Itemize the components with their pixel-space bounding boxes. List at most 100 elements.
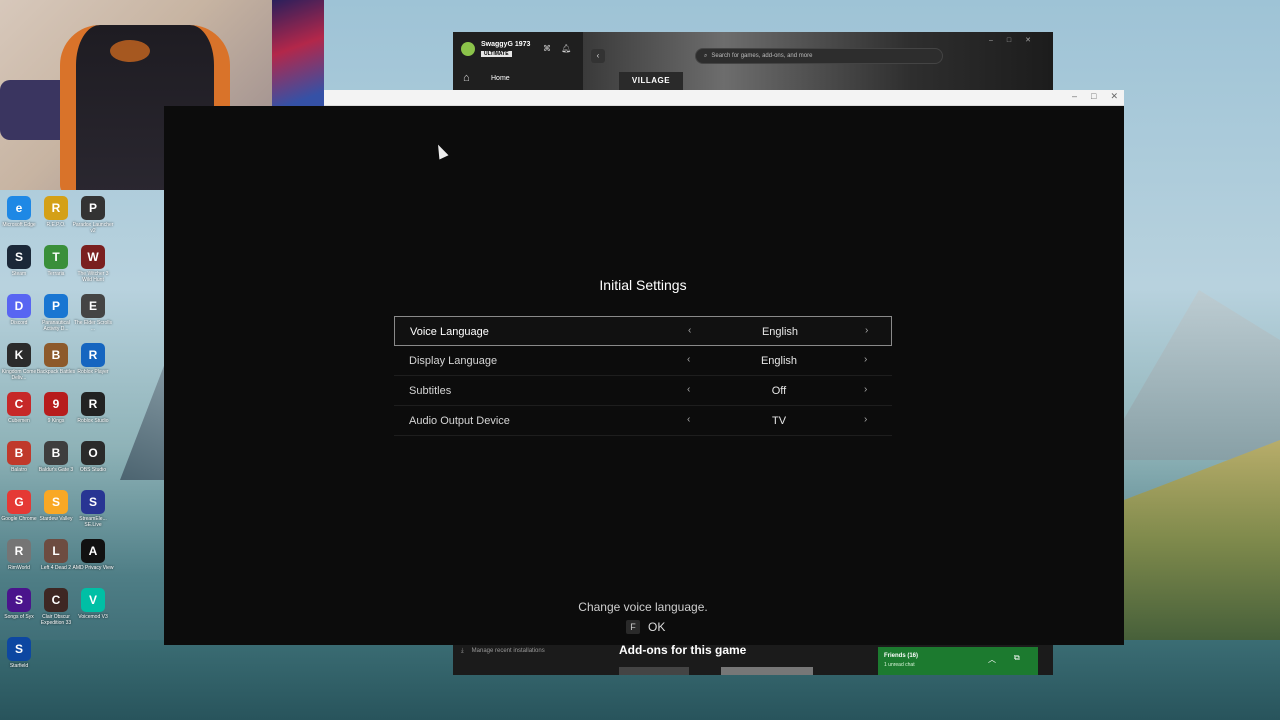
- user-avatar[interactable]: [461, 42, 475, 56]
- xbox-window-controls: –□✕: [989, 36, 1045, 44]
- chevron-right-icon[interactable]: ›: [864, 414, 867, 425]
- desktop-shortcut-label: Terraria: [47, 271, 65, 277]
- balatro-icon: B: [7, 441, 31, 465]
- minimize-icon[interactable]: –: [1072, 91, 1077, 102]
- steam-icon: S: [7, 245, 31, 269]
- desktop-shortcut-label: Songs of Syx: [4, 614, 34, 620]
- paranautical-icon: P: [44, 294, 68, 318]
- desktop-shortcut[interactable]: R R.E.P.O.: [37, 196, 75, 228]
- controller-icon[interactable]: ⌘: [543, 44, 551, 53]
- addon-thumbnail[interactable]: [619, 667, 689, 675]
- baldurs-gate-icon: B: [44, 441, 68, 465]
- desktop-shortcut-label: 9 Kings: [47, 418, 65, 424]
- desktop-shortcut[interactable]: C Clair Obscur Expedition 33: [37, 588, 75, 626]
- desktop-shortcut-label: R.E.P.O.: [46, 222, 66, 228]
- chevron-left-icon[interactable]: ‹: [687, 414, 690, 425]
- maximize-icon[interactable]: □: [1007, 37, 1025, 44]
- xbox-nav-home[interactable]: Home: [491, 75, 510, 82]
- desktop-shortcut[interactable]: P Paranautical Activity D...: [37, 294, 75, 332]
- desktop-shortcut[interactable]: R Roblox Studio: [74, 392, 112, 424]
- xbox-username: SwaggyG 1973: [481, 41, 531, 48]
- close-icon[interactable]: ✕: [1025, 37, 1045, 44]
- home-icon[interactable]: ⌂: [463, 72, 470, 84]
- desktop-shortcut[interactable]: L Left 4 Dead 2: [37, 539, 75, 571]
- popout-icon[interactable]: ⧉: [1014, 653, 1020, 663]
- setting-row-display-language[interactable]: Display Language ‹ English ›: [394, 346, 892, 376]
- back-button[interactable]: ‹: [591, 49, 605, 63]
- desktop-shortcut[interactable]: S Stardew Valley: [37, 490, 75, 522]
- xbox-sidebar: SwaggyG 1973 ULTIMATE ⌘ 🔔︎ ⌂ Home: [453, 32, 583, 90]
- setting-hint: Change voice language.: [578, 600, 708, 614]
- setting-row-voice-language[interactable]: Voice Language ‹ English ›: [394, 316, 892, 346]
- desktop-shortcut[interactable]: R Roblox Player: [74, 343, 112, 375]
- chevron-right-icon[interactable]: ›: [864, 354, 867, 365]
- friends-count: Friends (16): [884, 653, 919, 659]
- setting-value: TV: [771, 415, 787, 427]
- repo-icon: R: [44, 196, 68, 220]
- maximize-icon[interactable]: □: [1091, 91, 1096, 102]
- nine-kings-icon: 9: [44, 392, 68, 416]
- chevron-left-icon[interactable]: ‹: [687, 384, 690, 395]
- desktop-shortcut[interactable]: B Baldur's Gate 3: [37, 441, 75, 473]
- desktop-shortcut[interactable]: G Google Chrome: [0, 490, 38, 522]
- notification-bell-icon[interactable]: 🔔︎: [561, 44, 571, 53]
- chevron-up-icon[interactable]: ︿: [988, 654, 996, 665]
- xbox-tier-badge: ULTIMATE: [481, 51, 512, 57]
- desktop-shortcut[interactable]: R RimWorld: [0, 539, 38, 571]
- desktop-shortcut[interactable]: 9 9 Kings: [37, 392, 75, 424]
- chevron-left-icon[interactable]: ‹: [687, 354, 690, 365]
- desktop-shortcut[interactable]: S Starfield: [0, 637, 38, 669]
- webcam-poster: [272, 0, 324, 120]
- desktop-shortcut[interactable]: S StreamEle... SE.Live: [74, 490, 112, 528]
- desktop-shortcut-label: Kingdom Come Deliv...: [1, 369, 37, 381]
- xbox-app-window: SwaggyG 1973 ULTIMATE ⌘ 🔔︎ ⌂ Home ‹ ⌕ Sea…: [453, 32, 1053, 90]
- desktop-shortcut[interactable]: W The Witcher 3 Wild Hunt: [74, 245, 112, 283]
- desktop-shortcut-label: Baldur's Gate 3: [38, 467, 74, 473]
- desktop-shortcut-label: AMD Privacy View: [72, 565, 114, 571]
- close-icon[interactable]: ✕: [1110, 91, 1118, 102]
- desktop-shortcut[interactable]: K Kingdom Come Deliv...: [0, 343, 38, 381]
- desktop-shortcut[interactable]: P Paradox Launcher v2: [73, 196, 113, 234]
- webcam-chair-logo: [110, 40, 150, 62]
- desktop-shortcut[interactable]: S Songs of Syx: [0, 588, 38, 620]
- chrome-icon: G: [7, 490, 31, 514]
- desktop-shortcut[interactable]: A AMD Privacy View: [72, 539, 114, 571]
- desktop-shortcut-label: Roblox Studio: [77, 418, 109, 424]
- friends-panel[interactable]: Friends (16) 1 unread chat ︿ ⧉: [878, 647, 1038, 675]
- xbox-search-input[interactable]: ⌕ Search for games, add-ons, and more: [695, 48, 943, 64]
- obs-icon: O: [81, 441, 105, 465]
- key-f-icon: F: [626, 620, 640, 634]
- desktop-shortcut[interactable]: C Cubemen: [0, 392, 38, 424]
- setting-row-subtitles[interactable]: Subtitles ‹ Off ›: [394, 376, 892, 406]
- game-titlebar: – □ ✕: [324, 90, 1124, 106]
- desktop-shortcut-label: Cubemen: [8, 418, 30, 424]
- search-placeholder: Search for games, add-ons, and more: [711, 53, 813, 59]
- desktop-shortcut[interactable]: O OBS Studio: [74, 441, 112, 473]
- left4dead-icon: L: [44, 539, 68, 563]
- desktop-shortcut[interactable]: S Steam: [0, 245, 38, 277]
- desktop-shortcut[interactable]: T Terraria: [37, 245, 75, 277]
- desktop-shortcut[interactable]: V Voicemod V3: [74, 588, 112, 620]
- minimize-icon[interactable]: –: [989, 37, 1007, 44]
- chevron-left-icon[interactable]: ‹: [688, 325, 691, 336]
- desktop-shortcut[interactable]: e Microsoft Edge: [0, 196, 38, 228]
- desktop-shortcut[interactable]: B Balatro: [0, 441, 38, 473]
- witcher-icon: W: [81, 245, 105, 269]
- songs-of-syx-icon: S: [7, 588, 31, 612]
- addon-thumbnail[interactable]: [721, 667, 813, 675]
- amd-icon: A: [81, 539, 105, 563]
- desktop-shortcut[interactable]: E The Elder Scrolls ...: [74, 294, 112, 332]
- desktop-shortcut-label: The Elder Scrolls ...: [73, 320, 113, 332]
- desktop-shortcut-label: Stardew Valley: [39, 516, 73, 522]
- wallpaper-mountain: [1100, 290, 1280, 460]
- streamelements-icon: S: [81, 490, 105, 514]
- desktop-shortcut[interactable]: B Backpack Battles: [37, 343, 75, 375]
- confirm-prompt[interactable]: F OK: [626, 620, 665, 634]
- setting-row-audio-output[interactable]: Audio Output Device ‹ TV ›: [394, 406, 892, 436]
- desktop-shortcut[interactable]: D Discord: [0, 294, 38, 326]
- setting-label: Audio Output Device: [409, 415, 510, 427]
- chevron-right-icon[interactable]: ›: [864, 384, 867, 395]
- manage-installations-link[interactable]: ⤓ Manage recent installations: [461, 648, 545, 655]
- cubemen-icon: C: [7, 392, 31, 416]
- chevron-right-icon[interactable]: ›: [865, 325, 868, 336]
